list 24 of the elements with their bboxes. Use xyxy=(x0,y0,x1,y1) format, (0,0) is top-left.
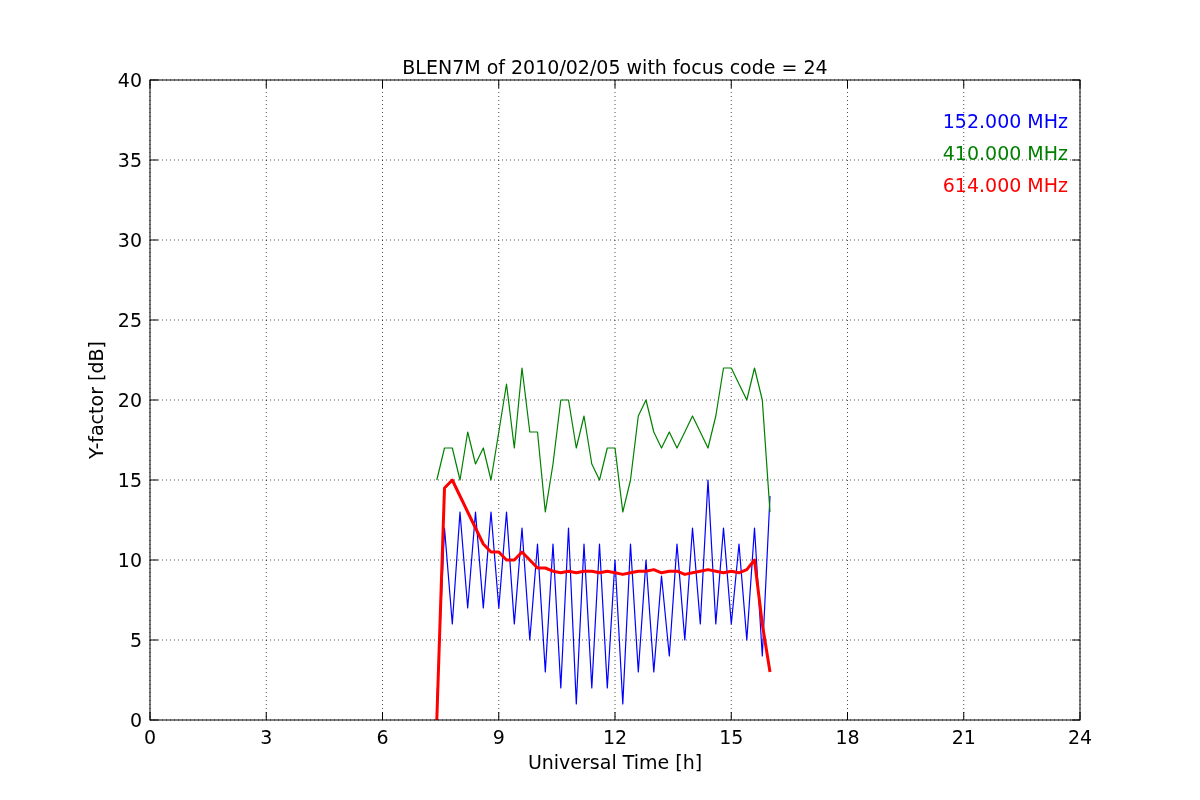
tick-label: 24 xyxy=(1067,726,1093,748)
tick-label: 20 xyxy=(117,389,142,411)
tick-label: 0 xyxy=(129,709,142,731)
axis-label: Y-factor [dB] xyxy=(85,341,107,459)
tick-label: 0 xyxy=(143,726,157,748)
legend-label: 614.000 MHz xyxy=(942,174,1068,196)
tick-label: 12 xyxy=(602,726,628,748)
tick-label: 9 xyxy=(492,726,505,748)
tick-label: 40 xyxy=(117,69,142,91)
tick-label: 21 xyxy=(951,726,976,748)
tick-label: 18 xyxy=(835,726,860,748)
tick-label: 15 xyxy=(117,469,142,491)
axis-label: Universal Time [h] xyxy=(527,751,703,773)
tick-label: 35 xyxy=(117,149,142,171)
tick-label: 3 xyxy=(260,726,273,748)
tick-label: 25 xyxy=(117,309,142,331)
tick-label: 5 xyxy=(129,629,142,651)
chart-title: BLEN7M of 2010/02/05 with focus code = 24 xyxy=(402,56,828,78)
tick-label: 6 xyxy=(376,726,389,748)
tick-label: 30 xyxy=(117,229,142,251)
legend-label: 152.000 MHz xyxy=(942,110,1068,132)
tick-label: 10 xyxy=(117,549,142,571)
tick-label: 15 xyxy=(719,726,744,748)
legend-label: 410.000 MHz xyxy=(942,142,1068,164)
